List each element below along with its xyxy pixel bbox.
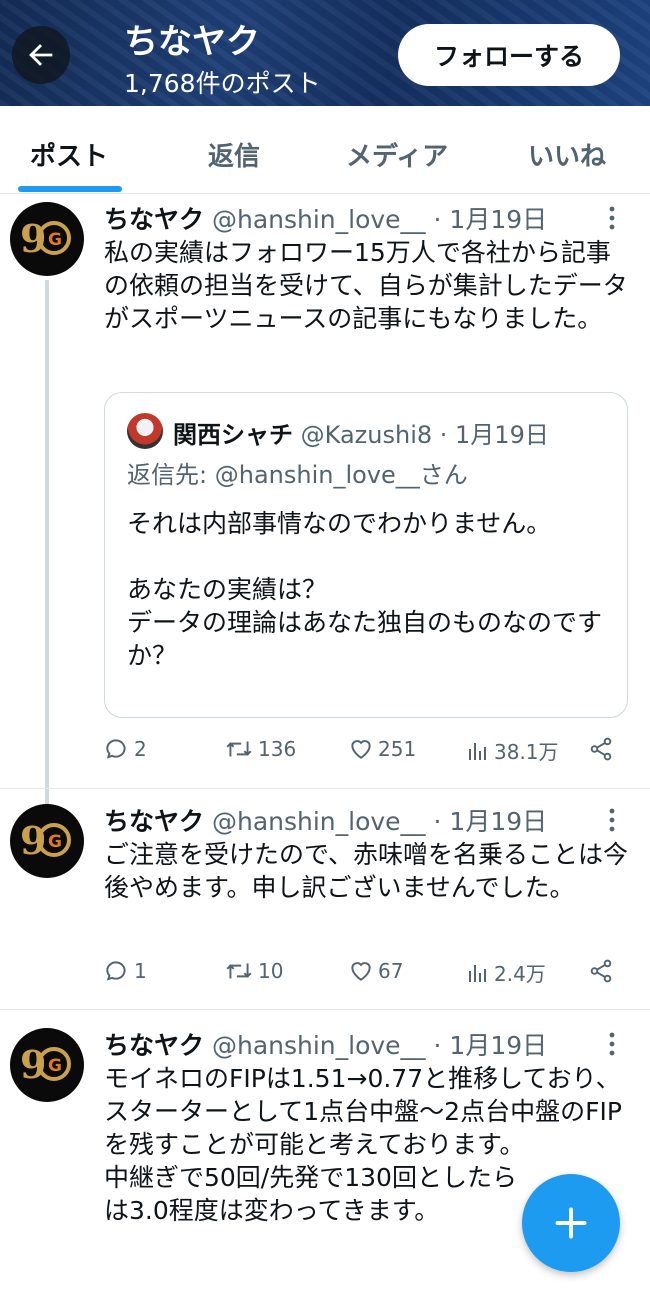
- tab-media[interactable]: メディア: [346, 136, 448, 173]
- tweet-header: ちなヤク @hanshin_love__ · 1月19日: [104, 200, 547, 236]
- repost-button[interactable]: 136: [224, 736, 296, 762]
- profile-header: ちなヤク 1,768件のポスト フォローする: [0, 0, 650, 106]
- share-icon: [590, 737, 612, 761]
- like-count: 67: [378, 959, 404, 983]
- avatar[interactable]: 9 G: [10, 202, 84, 276]
- more-vertical-icon: [609, 808, 615, 832]
- tweet-handle[interactable]: @hanshin_love__: [212, 1031, 426, 1060]
- tweet-header: ちなヤク @hanshin_love__ · 1月19日: [104, 802, 547, 838]
- quoted-tweet[interactable]: 関西シャチ @Kazushi8 · 1月19日 返信先: @hanshin_lo…: [104, 392, 628, 718]
- tweet-author-name[interactable]: ちなヤク: [104, 807, 204, 836]
- views-count: 38.1万: [494, 740, 559, 764]
- svg-text:G: G: [48, 1056, 62, 1076]
- more-button[interactable]: [604, 1030, 620, 1062]
- tab-replies[interactable]: 返信: [208, 136, 260, 173]
- reply-handle[interactable]: @hanshin_love__さん: [215, 461, 468, 489]
- more-button[interactable]: [604, 204, 620, 236]
- avatar[interactable]: 9 G: [10, 1028, 84, 1102]
- tweet-handle[interactable]: @hanshin_love__: [212, 807, 426, 836]
- repost-count: 10: [258, 959, 284, 983]
- tweet-author-name[interactable]: ちなヤク: [104, 1031, 204, 1060]
- svg-text:9: 9: [20, 818, 46, 863]
- reply-prefix: 返信先:: [127, 461, 208, 489]
- share-button[interactable]: [588, 958, 614, 984]
- like-count: 251: [378, 737, 417, 761]
- profile-name: ちなヤク: [124, 22, 260, 62]
- tab-posts[interactable]: ポスト: [30, 136, 108, 173]
- tweet[interactable]: 9 G ちなヤク @hanshin_love__ · 1月19日 ご注意を受けた…: [0, 798, 650, 1010]
- reply-icon: [106, 961, 126, 981]
- tweet-text: 私の実績はフォロワー15万人で各社から記事の依頼の担当を受けて、自らが集計したデ…: [104, 238, 628, 333]
- share-icon: [590, 959, 612, 983]
- logo-icon: 9 G: [11, 203, 83, 275]
- views-count: 2.4万: [494, 962, 546, 986]
- tweet-actions: 1 10 67 2.4万: [104, 958, 624, 998]
- repost-button[interactable]: 10: [224, 958, 283, 984]
- quote-author-name: 関西シャチ: [173, 421, 293, 449]
- reply-button[interactable]: 2: [104, 736, 147, 762]
- quote-handle: @Kazushi8: [300, 421, 433, 449]
- svg-text:9: 9: [20, 216, 46, 261]
- back-button[interactable]: [12, 26, 70, 84]
- quote-header: 関西シャチ @Kazushi8 · 1月19日: [173, 415, 549, 450]
- tweet-divider: [0, 1009, 650, 1010]
- svg-text:G: G: [48, 230, 62, 250]
- views-icon: [469, 964, 486, 982]
- quote-avatar[interactable]: [127, 413, 163, 449]
- share-button[interactable]: [588, 736, 614, 762]
- arrow-left-icon: [29, 44, 53, 66]
- dot-separator: ·: [433, 807, 450, 836]
- views-icon: [469, 742, 486, 760]
- dot-separator: ·: [439, 421, 456, 449]
- repost-count: 136: [258, 737, 297, 761]
- like-button[interactable]: 67: [348, 958, 403, 984]
- like-button[interactable]: 251: [348, 736, 416, 762]
- tweet-text: ご注意を受けたので、赤味噌を名乗ることは今後やめます。申し訳ございませんでした。: [104, 840, 629, 902]
- repost-icon: [226, 741, 252, 757]
- heart-icon: [351, 962, 371, 981]
- views-button[interactable]: 2.4万: [466, 958, 546, 987]
- logo-icon: 9 G: [11, 1029, 83, 1101]
- tweet-author-name[interactable]: ちなヤク: [104, 205, 204, 234]
- quote-text: それは内部事情なのでわかりません。 あなたの実績は？ データの理論はあなた独自の…: [127, 509, 603, 670]
- tweet-date[interactable]: 1月19日: [449, 1031, 547, 1060]
- active-tab-indicator: [18, 186, 122, 192]
- compose-button[interactable]: [522, 1174, 620, 1272]
- svg-text:G: G: [48, 832, 62, 852]
- reply-button[interactable]: 1: [104, 958, 147, 984]
- tweet-divider: [0, 788, 650, 789]
- repost-icon: [226, 963, 252, 979]
- dot-separator: ·: [433, 205, 450, 234]
- tweet-handle[interactable]: @hanshin_love__: [212, 205, 426, 234]
- post-count: 1,768件のポスト: [124, 69, 321, 98]
- views-button[interactable]: 38.1万: [466, 736, 559, 765]
- thread-line: [45, 280, 49, 806]
- profile-tabs: ポスト 返信 メディア いいね: [0, 106, 650, 194]
- svg-text:9: 9: [20, 1042, 46, 1087]
- more-button[interactable]: [604, 806, 620, 838]
- follow-button[interactable]: フォローする: [398, 24, 620, 86]
- reply-count: 1: [134, 959, 147, 983]
- quote-date: 1月19日: [455, 421, 549, 449]
- tab-likes[interactable]: いいね: [528, 136, 606, 173]
- reply-icon: [106, 739, 126, 759]
- avatar[interactable]: 9 G: [10, 804, 84, 878]
- tweet-actions: 2 136 251 38.1万: [104, 736, 624, 776]
- quote-reply-to: 返信先: @hanshin_love__さん: [127, 455, 468, 490]
- tweet-header: ちなヤク @hanshin_love__ · 1月19日: [104, 1026, 547, 1062]
- reply-count: 2: [134, 737, 147, 761]
- logo-icon: 9 G: [11, 805, 83, 877]
- more-vertical-icon: [609, 1032, 615, 1056]
- tweet-date[interactable]: 1月19日: [449, 205, 547, 234]
- plus-icon: [555, 1207, 587, 1239]
- tweet-date[interactable]: 1月19日: [449, 807, 547, 836]
- heart-icon: [351, 740, 371, 759]
- more-vertical-icon: [609, 206, 615, 230]
- tweet[interactable]: 9 G ちなヤク @hanshin_love__ · 1月19日 私の実績はフォ…: [0, 194, 650, 806]
- dot-separator: ·: [433, 1031, 450, 1060]
